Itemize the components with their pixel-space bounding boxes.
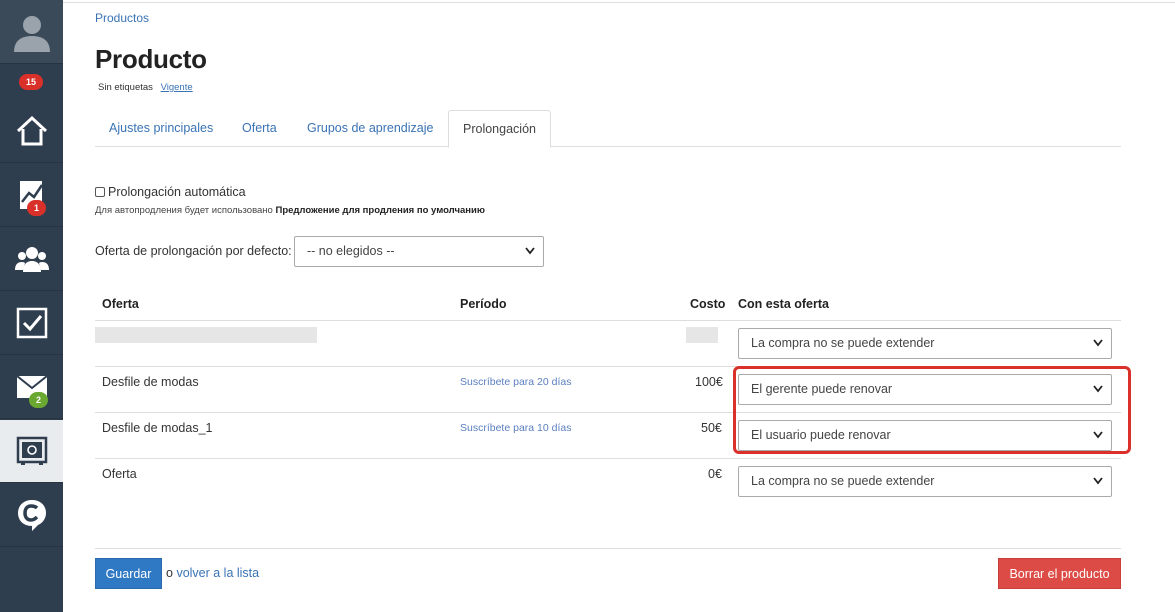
row-cost: 50€ xyxy=(701,421,722,435)
row-period-link[interactable]: Suscríbete para 10 días xyxy=(460,422,572,434)
user-avatar-icon xyxy=(13,15,50,52)
sidebar-item-products[interactable] xyxy=(0,420,63,483)
column-header-with-offer: Con esta oferta xyxy=(738,297,829,311)
notification-badge[interactable]: 15 xyxy=(19,74,44,90)
column-header-offer: Oferta xyxy=(102,297,139,311)
safe-icon xyxy=(16,436,47,465)
sidebar: 15 1 2 xyxy=(0,0,63,612)
status-link[interactable]: Vigente xyxy=(161,82,193,93)
auto-prolongation-label[interactable]: Prolongación automática xyxy=(108,185,246,199)
highlight-annotation xyxy=(733,366,1131,454)
row-offer-name: Desfile de modas xyxy=(102,375,199,389)
row-divider xyxy=(95,320,1121,321)
row-action-select[interactable]: La compra no se puede extender xyxy=(738,328,1112,359)
stats-badge: 1 xyxy=(27,200,47,216)
back-to-list-text: o volver a la lista xyxy=(166,566,259,580)
sidebar-item-messages[interactable] xyxy=(0,356,63,419)
tab-learning-groups[interactable]: Grupos de aprendizaje xyxy=(293,110,447,147)
sidebar-item-stats[interactable] xyxy=(0,164,63,227)
tab-main-settings[interactable]: Ajustes principales xyxy=(95,110,227,147)
note-bold: Предложение для продления по умолчанию xyxy=(275,205,485,216)
delete-product-button[interactable]: Borrar el producto xyxy=(998,558,1121,589)
tab-offer[interactable]: Oferta xyxy=(228,110,291,147)
row-offer-name: Oferta xyxy=(102,467,137,481)
or-label: o xyxy=(166,566,173,580)
blurred-cost xyxy=(686,327,718,343)
back-to-list-link[interactable]: volver a la lista xyxy=(176,566,259,580)
row-action-value: La compra no se puede extender xyxy=(751,474,935,488)
sidebar-item-chat[interactable] xyxy=(0,484,63,547)
row-divider xyxy=(95,458,1121,459)
default-offer-label: Oferta de prolongación por defecto: xyxy=(95,244,292,258)
tags-line: Sin etiquetas Vigente xyxy=(98,82,193,93)
column-header-cost: Costo xyxy=(690,297,726,311)
breadcrumb[interactable]: Productos xyxy=(95,11,149,25)
top-divider xyxy=(63,2,1175,3)
sidebar-item-tasks[interactable] xyxy=(0,292,63,355)
row-action-value: La compra no se puede extender xyxy=(751,336,935,350)
default-offer-select[interactable]: -- no elegidos -- xyxy=(294,236,544,267)
chevron-down-icon xyxy=(523,237,537,266)
default-offer-value: -- no elegidos -- xyxy=(307,244,395,258)
checkbox-icon xyxy=(16,307,47,339)
sidebar-item-users[interactable] xyxy=(0,228,63,291)
chevron-down-icon xyxy=(1091,329,1105,358)
messages-badge: 2 xyxy=(29,392,49,408)
tags-label: Sin etiquetas xyxy=(98,82,153,93)
row-offer-name: Desfile de modas_1 xyxy=(102,421,213,435)
footer-divider xyxy=(95,548,1121,549)
auto-prolongation-note: Для автопродления будет использовано Пре… xyxy=(95,205,485,216)
note-prefix: Для автопродления будет использовано xyxy=(95,205,273,216)
home-icon xyxy=(16,115,47,146)
chat-logo-icon xyxy=(17,500,46,531)
blurred-offer-name xyxy=(95,327,317,343)
row-cost: 0€ xyxy=(708,467,722,481)
column-header-period: Período xyxy=(460,297,507,311)
auto-prolongation-row: Prolongación automática xyxy=(95,185,246,199)
row-cost: 100€ xyxy=(695,375,723,389)
auto-prolongation-checkbox[interactable] xyxy=(95,187,105,197)
row-period-link[interactable]: Suscríbete para 20 días xyxy=(460,376,572,388)
page-title: Producto xyxy=(95,44,207,74)
tab-prolongation[interactable]: Prolongación xyxy=(448,110,551,148)
save-button[interactable]: Guardar xyxy=(95,558,162,589)
tab-bar: Ajustes principales Oferta Grupos de apr… xyxy=(95,110,1121,148)
users-group-icon xyxy=(14,247,49,272)
chevron-down-icon xyxy=(1091,467,1105,496)
sidebar-item-home[interactable] xyxy=(0,100,63,163)
sidebar-item-avatar[interactable] xyxy=(0,0,63,64)
row-action-select[interactable]: La compra no se puede extender xyxy=(738,466,1112,497)
